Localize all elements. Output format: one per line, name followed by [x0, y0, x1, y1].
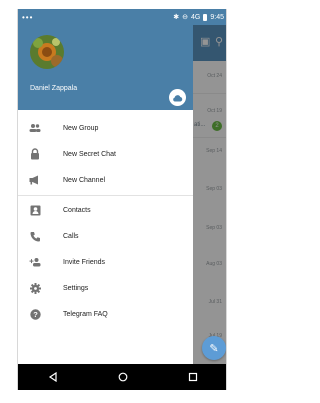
menu-item-label: New Channel	[63, 176, 106, 184]
gear-icon	[29, 282, 41, 294]
megaphone-icon	[29, 174, 41, 186]
notification-dots: •••	[22, 12, 34, 22]
group-icon	[29, 122, 41, 134]
drawer-menu-main: Contacts Calls Invite Friends Settings ?…	[18, 197, 193, 327]
recents-square-icon[interactable]	[173, 367, 213, 387]
menu-item-telegram-faq[interactable]: ? Telegram FAQ	[18, 301, 193, 327]
menu-item-calls[interactable]: Calls	[18, 223, 193, 249]
menu-item-label: Calls	[63, 232, 79, 240]
status-bar: ••• ✱ ⊖ 4G 9:45	[18, 9, 226, 25]
battery-icon	[203, 13, 208, 21]
menu-item-invite-friends[interactable]: Invite Friends	[18, 249, 193, 275]
add-person-icon	[29, 256, 41, 268]
avatar[interactable]	[30, 35, 64, 69]
home-circle-icon[interactable]	[103, 367, 143, 387]
phone-screen: ••• ✱ ⊖ 4G 9:45 ▣ ⚲ Oct 24 Oct 19 ati...…	[17, 9, 227, 390]
menu-item-contacts[interactable]: Contacts	[18, 197, 193, 223]
drawer-menu-create: New Group New Secret Chat New Channel	[18, 115, 193, 193]
phone-icon	[29, 230, 41, 242]
bluetooth-icon: ✱	[173, 13, 180, 21]
back-triangle-icon[interactable]	[33, 367, 73, 387]
svg-text:?: ?	[33, 310, 38, 319]
menu-item-label: Contacts	[63, 206, 91, 214]
menu-item-label: New Secret Chat	[63, 150, 116, 158]
cloud-icon[interactable]	[169, 89, 186, 106]
drawer-header: Daniel Zappala	[18, 25, 193, 110]
menu-item-new-secret-chat[interactable]: New Secret Chat	[18, 141, 193, 167]
menu-divider	[18, 195, 193, 196]
menu-item-label: Invite Friends	[63, 258, 106, 266]
compose-fab-pencil-icon[interactable]: ✎	[202, 336, 226, 360]
clock: 9:45	[210, 13, 224, 21]
signal-icon: 4G	[191, 13, 201, 21]
question-icon: ?	[29, 308, 41, 320]
menu-item-label: Settings	[63, 284, 89, 292]
lock-icon	[29, 148, 41, 160]
do-not-disturb-icon: ⊖	[182, 13, 189, 21]
navigation-drawer: Daniel Zappala New Group New Secret Chat…	[18, 9, 193, 364]
menu-item-new-group[interactable]: New Group	[18, 115, 193, 141]
status-icons: ✱ ⊖ 4G 9:45	[173, 13, 224, 21]
contact-card-icon	[29, 204, 41, 216]
menu-item-label: New Group	[63, 124, 99, 132]
menu-item-new-channel[interactable]: New Channel	[18, 167, 193, 193]
menu-item-label: Telegram FAQ	[63, 310, 108, 318]
user-name: Daniel Zappala	[30, 85, 78, 92]
menu-item-settings[interactable]: Settings	[18, 275, 193, 301]
system-navigation-bar	[18, 364, 226, 390]
